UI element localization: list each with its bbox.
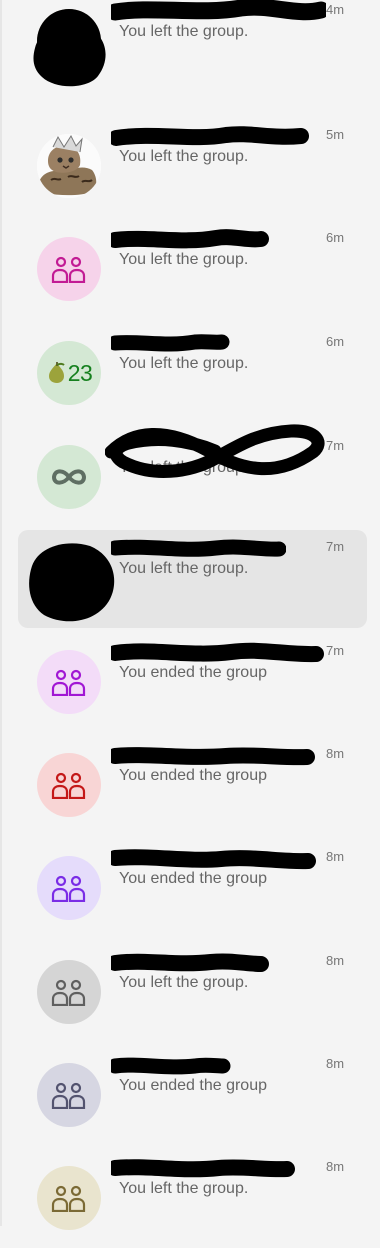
conversation-name: [111, 539, 324, 561]
avatar-text: 23: [67, 359, 93, 386]
group-icon: [51, 669, 86, 696]
conversation-item[interactable]: You left the group. 6m: [18, 221, 367, 319]
conversation-name: [111, 1056, 324, 1078]
conversation-item[interactable]: You ended the group 7m: [18, 634, 367, 732]
group-icon: [51, 1082, 86, 1109]
timestamp: 7m: [326, 539, 345, 554]
timestamp: 7m: [326, 643, 345, 658]
avatar: [37, 237, 101, 301]
timestamp: 8m: [326, 1159, 345, 1174]
conversation-item[interactable]: You left the group. 8m: [18, 944, 367, 1042]
message-preview: You ended the group: [119, 767, 267, 784]
group-icon: [51, 1185, 86, 1212]
message-preview: You left the group.: [119, 560, 249, 577]
timestamp: 8m: [326, 953, 345, 968]
conversation-item[interactable]: You left the group. 8m: [18, 1150, 367, 1248]
avatar: [37, 1166, 101, 1230]
conversation-name: [111, 229, 324, 252]
conversation-item[interactable]: 23 You left the group. 6m: [18, 325, 367, 423]
avatar: [37, 9, 101, 73]
redacted-photo-icon: [37, 551, 101, 610]
group-icon: [51, 772, 86, 799]
conversation-item[interactable]: You ended the group 8m: [18, 1047, 367, 1145]
avatar: [37, 650, 101, 714]
conversation-name: [111, 126, 324, 149]
conversation-name: [111, 849, 324, 871]
conversation-item[interactable]: You left the group. 4m: [18, 0, 367, 91]
timestamp: 8m: [326, 1056, 345, 1071]
avatar: [37, 753, 101, 817]
conversation-item[interactable]: You left the group. 5m: [18, 118, 367, 216]
message-preview: You ended the group: [119, 870, 267, 887]
timestamp: 6m: [326, 230, 345, 245]
cat-photo-icon: [37, 134, 101, 198]
conversation-list[interactable]: You left the group. 4m You left the grou…: [0, 0, 380, 1230]
message-preview: You left the group.: [119, 1180, 249, 1197]
conversation-name: [111, 0, 326, 24]
message-preview: You left the group.: [119, 23, 249, 40]
message-preview: You left the group.: [119, 251, 249, 268]
timestamp: 7m: [326, 438, 345, 453]
avatar: [37, 445, 101, 509]
message-preview: You ended the group: [119, 664, 267, 681]
conversation-name: [111, 746, 324, 768]
timestamp: 6m: [326, 334, 345, 349]
message-preview: You left the group.: [119, 148, 249, 165]
avatar: [37, 134, 101, 198]
group-icon: [51, 875, 86, 902]
avatar: [37, 856, 101, 920]
conversation-item[interactable]: You ended the group 8m: [18, 737, 367, 835]
avatar: [37, 960, 101, 1024]
conversation-name: [111, 953, 324, 975]
message-preview: You left the group.: [119, 459, 249, 476]
avatar: 23: [37, 341, 101, 405]
message-preview: You ended the group: [119, 1077, 267, 1094]
conversation-name: [111, 1159, 324, 1181]
avatar: [37, 546, 101, 610]
redacted-photo-icon: [37, 9, 101, 73]
conversation-name: [119, 438, 324, 460]
timestamp: 8m: [326, 849, 345, 864]
group-icon: [51, 979, 86, 1006]
timestamp: 5m: [326, 127, 345, 142]
infinity-icon: [51, 469, 87, 485]
conversation-item[interactable]: You left the group. 7m: [18, 429, 367, 527]
conversation-name: [111, 334, 324, 356]
conversation-item-selected[interactable]: You left the group. 7m: [18, 530, 367, 628]
message-preview: You left the group.: [119, 355, 249, 372]
group-icon: [51, 256, 86, 283]
message-preview: You left the group.: [119, 974, 249, 991]
avatar: [37, 1063, 101, 1127]
timestamp: 8m: [326, 746, 345, 761]
conversation-item[interactable]: You ended the group 8m: [18, 840, 367, 938]
pear-icon: [48, 362, 65, 383]
conversation-name: [111, 642, 324, 665]
timestamp: 4m: [326, 2, 345, 17]
